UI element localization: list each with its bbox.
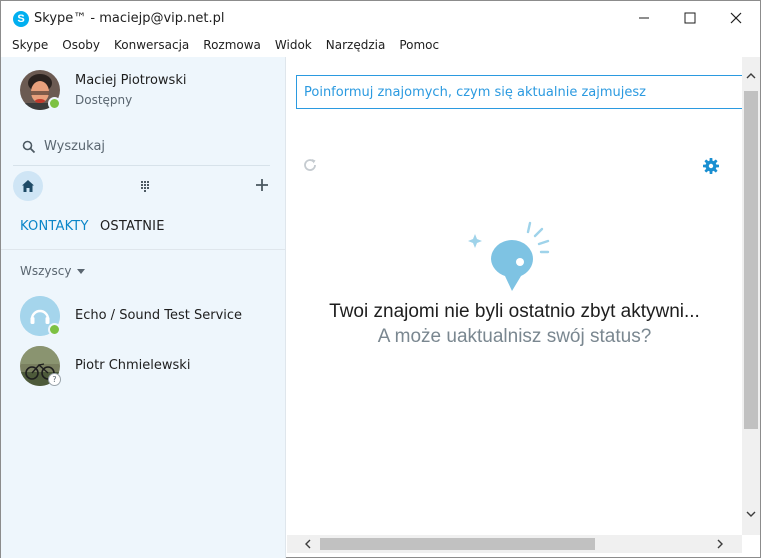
gear-icon — [703, 158, 719, 174]
tab-recent[interactable]: OSTATNIE — [100, 219, 165, 234]
empty-state-title: Twoi znajomi nie byli ostatnio zbyt akty… — [329, 301, 700, 322]
search-box[interactable]: Wyszukaj — [20, 137, 270, 165]
contact-item[interactable]: Echo / Sound Test Service — [1, 293, 285, 339]
contact-name: Echo / Sound Test Service — [75, 308, 243, 323]
scroll-down-button[interactable] — [742, 505, 760, 523]
maximize-icon — [684, 12, 696, 24]
chevron-right-icon — [717, 539, 723, 549]
menu-widok[interactable]: Widok — [275, 35, 312, 55]
chevron-down-icon — [77, 269, 86, 274]
divider — [1, 249, 285, 250]
contact-presence-icon — [48, 323, 61, 336]
horizontal-scroll-thumb[interactable] — [320, 538, 595, 550]
contact-presence-unknown-icon: ? — [48, 373, 61, 386]
search-icon — [22, 140, 36, 154]
horizontal-scrollbar[interactable] — [287, 535, 742, 553]
menu-narzedzia[interactable]: Narzędzia — [326, 35, 386, 55]
maximize-button[interactable] — [667, 1, 713, 35]
skype-window: S Skype™ - maciejp@vip.net.pl Skype Osob… — [0, 0, 761, 558]
contact-name: Piotr Chmielewski — [75, 358, 191, 373]
mood-message-input[interactable] — [296, 75, 746, 109]
skype-icon: S — [13, 11, 29, 27]
dialpad-icon — [141, 181, 149, 192]
close-button[interactable] — [713, 1, 759, 35]
divider — [13, 165, 270, 166]
scroll-left-button[interactable] — [299, 535, 317, 553]
refresh-button[interactable] — [302, 157, 320, 175]
profile-presence-icon — [48, 97, 61, 110]
chevron-down-icon — [746, 511, 756, 517]
menu-osoby[interactable]: Osoby — [62, 35, 100, 55]
main-pane: Twoi znajomi nie byli ostatnio zbyt akty… — [287, 57, 746, 535]
add-contact-button[interactable] — [253, 176, 271, 194]
window-title: Skype™ - maciejp@vip.net.pl — [34, 11, 225, 26]
menu-konwersacja[interactable]: Konwersacja — [114, 35, 189, 55]
menu-skype[interactable]: Skype — [12, 35, 48, 55]
contact-item[interactable]: ? Piotr Chmielewski — [1, 343, 285, 389]
menu-bar: Skype Osoby Konwersacja Rozmowa Widok Na… — [1, 35, 760, 55]
empty-state-subtitle[interactable]: A może uaktualnisz swój status? — [287, 326, 742, 348]
settings-button[interactable] — [702, 157, 720, 175]
close-icon — [730, 12, 742, 24]
home-button[interactable] — [13, 171, 43, 201]
chevron-up-icon — [746, 73, 756, 79]
empty-state-illustration-icon — [468, 221, 550, 291]
search-label: Wyszukaj — [44, 139, 106, 154]
vertical-scrollbar[interactable] — [742, 57, 760, 535]
menu-rozmowa[interactable]: Rozmowa — [203, 35, 261, 55]
sidebar: Maciej Piotrowski Dostępny Wyszukaj KONT… — [1, 57, 286, 558]
menu-pomoc[interactable]: Pomoc — [399, 35, 439, 55]
scroll-up-button[interactable] — [742, 67, 760, 85]
profile-name[interactable]: Maciej Piotrowski — [75, 73, 186, 88]
contacts-filter-dropdown[interactable]: Wszyscy — [20, 264, 86, 278]
chevron-left-icon — [305, 539, 311, 549]
home-icon — [22, 180, 34, 192]
vertical-scroll-thumb[interactable] — [744, 91, 758, 429]
tab-contacts[interactable]: KONTAKTY — [20, 219, 89, 234]
minimize-icon — [639, 17, 649, 19]
minimize-button[interactable] — [621, 1, 667, 35]
profile-status[interactable]: Dostępny — [75, 93, 132, 107]
dialpad-button[interactable] — [137, 178, 153, 194]
add-icon — [256, 179, 268, 191]
title-bar: S Skype™ - maciejp@vip.net.pl — [1, 1, 760, 35]
scroll-right-button[interactable] — [711, 535, 729, 553]
filter-label: Wszyscy — [20, 264, 72, 278]
refresh-icon — [304, 159, 316, 171]
